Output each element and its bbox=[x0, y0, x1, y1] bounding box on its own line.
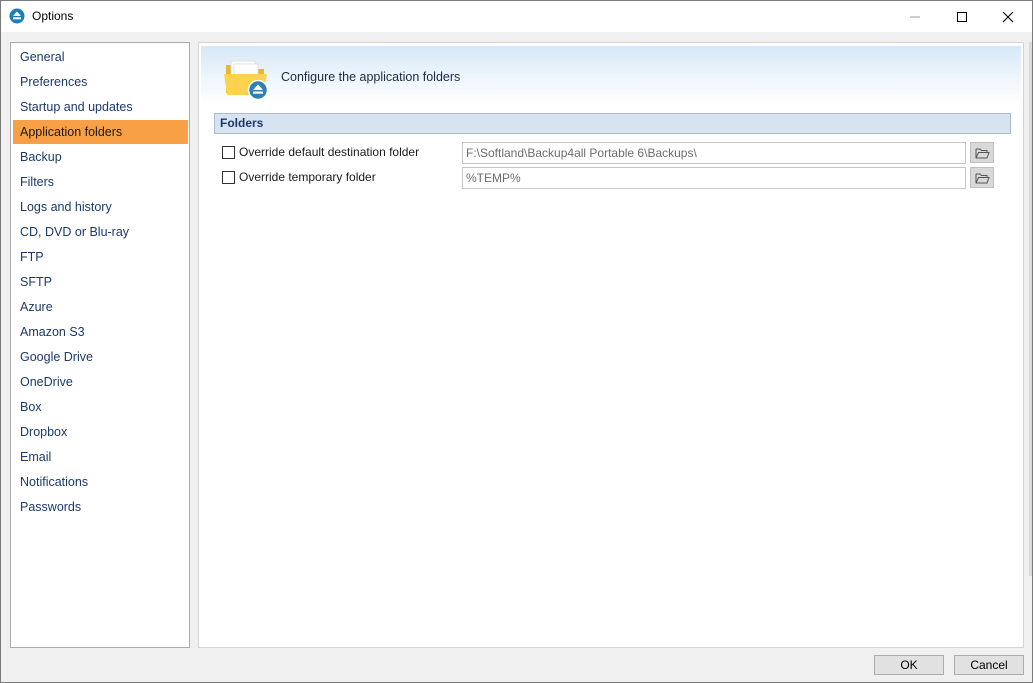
browse-temporary-button[interactable] bbox=[970, 167, 994, 188]
sidebar-item-startup-updates[interactable]: Startup and updates bbox=[13, 95, 188, 119]
ok-button[interactable]: OK bbox=[874, 655, 944, 675]
temporary-folder-row: Override temporary folder bbox=[222, 167, 996, 189]
title-bar: Options bbox=[1, 1, 1032, 32]
maximize-icon bbox=[957, 11, 967, 22]
sidebar-item-azure[interactable]: Azure bbox=[13, 295, 188, 319]
options-window: Options General Preferences Startup and … bbox=[0, 0, 1033, 683]
sidebar-item-application-folders[interactable]: Application folders bbox=[13, 120, 188, 144]
override-temporary-checkbox[interactable] bbox=[222, 171, 235, 184]
sidebar-item-email[interactable]: Email bbox=[13, 445, 188, 469]
sidebar-item-ftp[interactable]: FTP bbox=[13, 245, 188, 269]
temporary-folder-input[interactable] bbox=[462, 167, 966, 189]
override-destination-checkbox[interactable] bbox=[222, 146, 235, 159]
sidebar-item-notifications[interactable]: Notifications bbox=[13, 470, 188, 494]
panel-banner: Configure the application folders bbox=[201, 46, 1021, 104]
options-sidebar: General Preferences Startup and updates … bbox=[10, 42, 190, 648]
sidebar-item-cd-dvd-bluray[interactable]: CD, DVD or Blu-ray bbox=[13, 220, 188, 244]
sidebar-item-dropbox[interactable]: Dropbox bbox=[13, 420, 188, 444]
close-icon bbox=[1002, 11, 1014, 22]
minimize-icon bbox=[910, 16, 920, 17]
sidebar-item-amazon-s3[interactable]: Amazon S3 bbox=[13, 320, 188, 344]
maximize-button[interactable] bbox=[939, 1, 985, 32]
sidebar-item-filters[interactable]: Filters bbox=[13, 170, 188, 194]
destination-folder-row: Override default destination folder bbox=[222, 142, 996, 164]
close-button[interactable] bbox=[985, 1, 1031, 32]
settings-panel: Configure the application folders Folder… bbox=[198, 42, 1024, 648]
sidebar-item-backup[interactable]: Backup bbox=[13, 145, 188, 169]
folder-eject-icon bbox=[224, 60, 269, 101]
app-eject-icon bbox=[9, 8, 25, 24]
override-destination-label[interactable]: Override default destination folder bbox=[239, 145, 419, 159]
override-temporary-label[interactable]: Override temporary folder bbox=[239, 170, 376, 184]
open-folder-icon bbox=[975, 148, 990, 158]
window-title: Options bbox=[32, 9, 74, 23]
sidebar-item-box[interactable]: Box bbox=[13, 395, 188, 419]
destination-folder-input[interactable] bbox=[462, 142, 966, 164]
panel-edge bbox=[1029, 42, 1032, 576]
browse-destination-button[interactable] bbox=[970, 142, 994, 163]
sidebar-item-onedrive[interactable]: OneDrive bbox=[13, 370, 188, 394]
panel-title: Configure the application folders bbox=[281, 70, 461, 84]
sidebar-item-google-drive[interactable]: Google Drive bbox=[13, 345, 188, 369]
sidebar-item-general[interactable]: General bbox=[13, 45, 188, 69]
open-folder-icon bbox=[975, 173, 990, 183]
folders-group-header: Folders bbox=[214, 113, 1011, 134]
sidebar-item-preferences[interactable]: Preferences bbox=[13, 70, 188, 94]
sidebar-item-logs-history[interactable]: Logs and history bbox=[13, 195, 188, 219]
minimize-button[interactable] bbox=[892, 1, 938, 32]
cancel-button[interactable]: Cancel bbox=[954, 655, 1024, 675]
sidebar-item-sftp[interactable]: SFTP bbox=[13, 270, 188, 294]
sidebar-item-passwords[interactable]: Passwords bbox=[13, 495, 188, 519]
